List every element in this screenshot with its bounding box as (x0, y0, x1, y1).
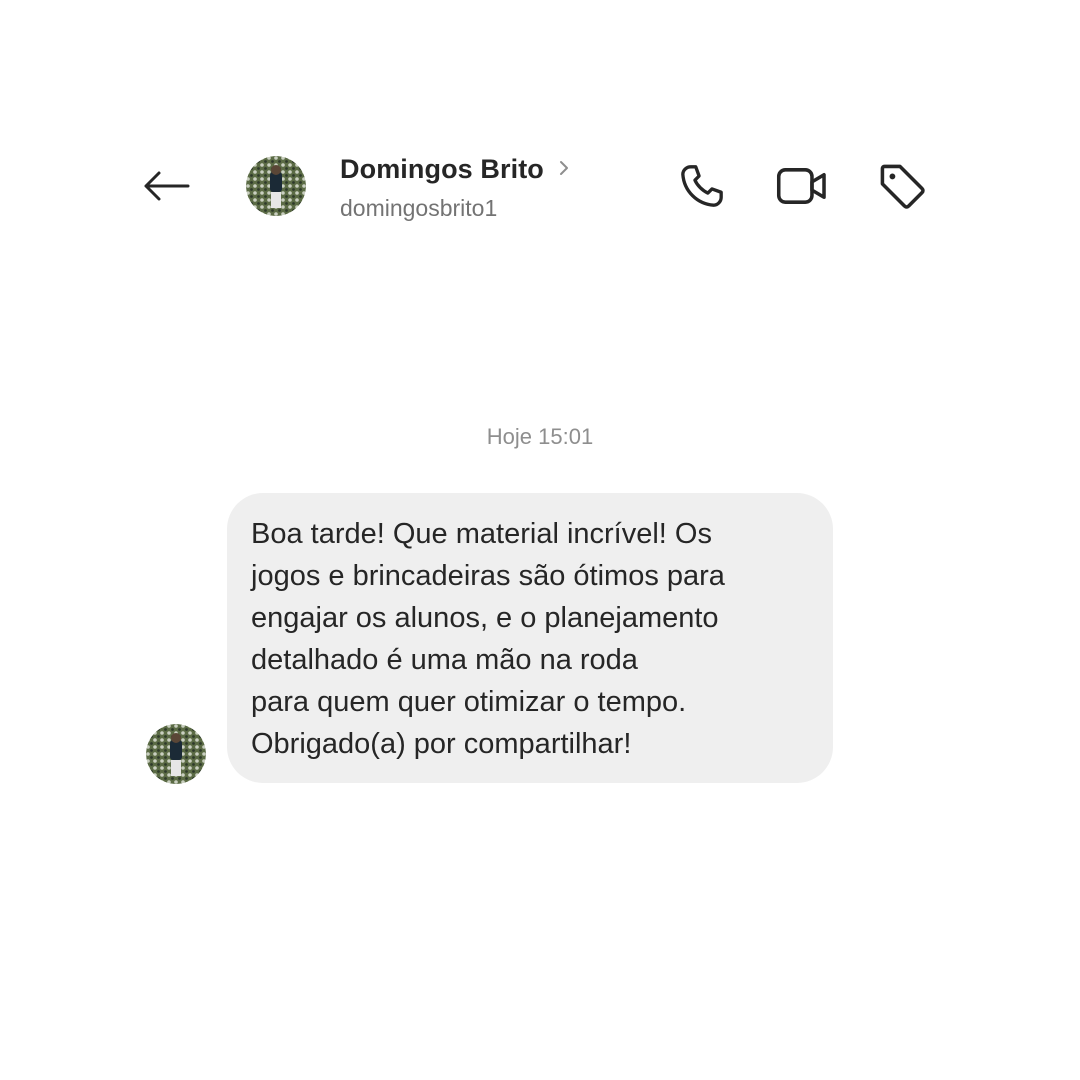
video-call-button[interactable] (772, 158, 832, 214)
message-text-line: Boa tarde! Que material incrível! Os (251, 518, 712, 550)
profile-username: domingosbrito1 (340, 195, 498, 221)
message-text-line: detalhado é uma mão na roda (251, 644, 638, 676)
message-timestamp: Hoje 15:01 (486, 424, 594, 449)
profile-name: Domingos Brito (340, 154, 544, 184)
phone-icon (681, 165, 723, 207)
back-button[interactable] (136, 160, 196, 212)
tag-icon (880, 164, 925, 209)
tag-button[interactable] (872, 158, 932, 214)
arrow-left-icon (144, 171, 190, 201)
header-avatar[interactable] (246, 156, 306, 216)
message-text-line: jogos e brincadeiras são ótimos para (251, 560, 725, 592)
dm-thread-screen: Domingos Brito domingosbrito1 Hoje 15:01… (0, 0, 1080, 1080)
message-text-line: para quem quer otimizar o tempo. (251, 686, 687, 718)
message-text-line: Obrigado(a) por compartilhar! (251, 728, 632, 760)
audio-call-button[interactable] (672, 158, 732, 214)
chevron-right-icon (558, 159, 570, 177)
profile-link[interactable]: Domingos Brito (340, 154, 570, 185)
message-bubble[interactable]: Boa tarde! Que material incrível! Os jog… (227, 493, 833, 783)
message-text-line: engajar os alunos, e o planejamento (251, 602, 719, 634)
header-actions (672, 158, 932, 214)
sender-avatar[interactable] (146, 724, 206, 784)
video-camera-icon (776, 168, 826, 204)
